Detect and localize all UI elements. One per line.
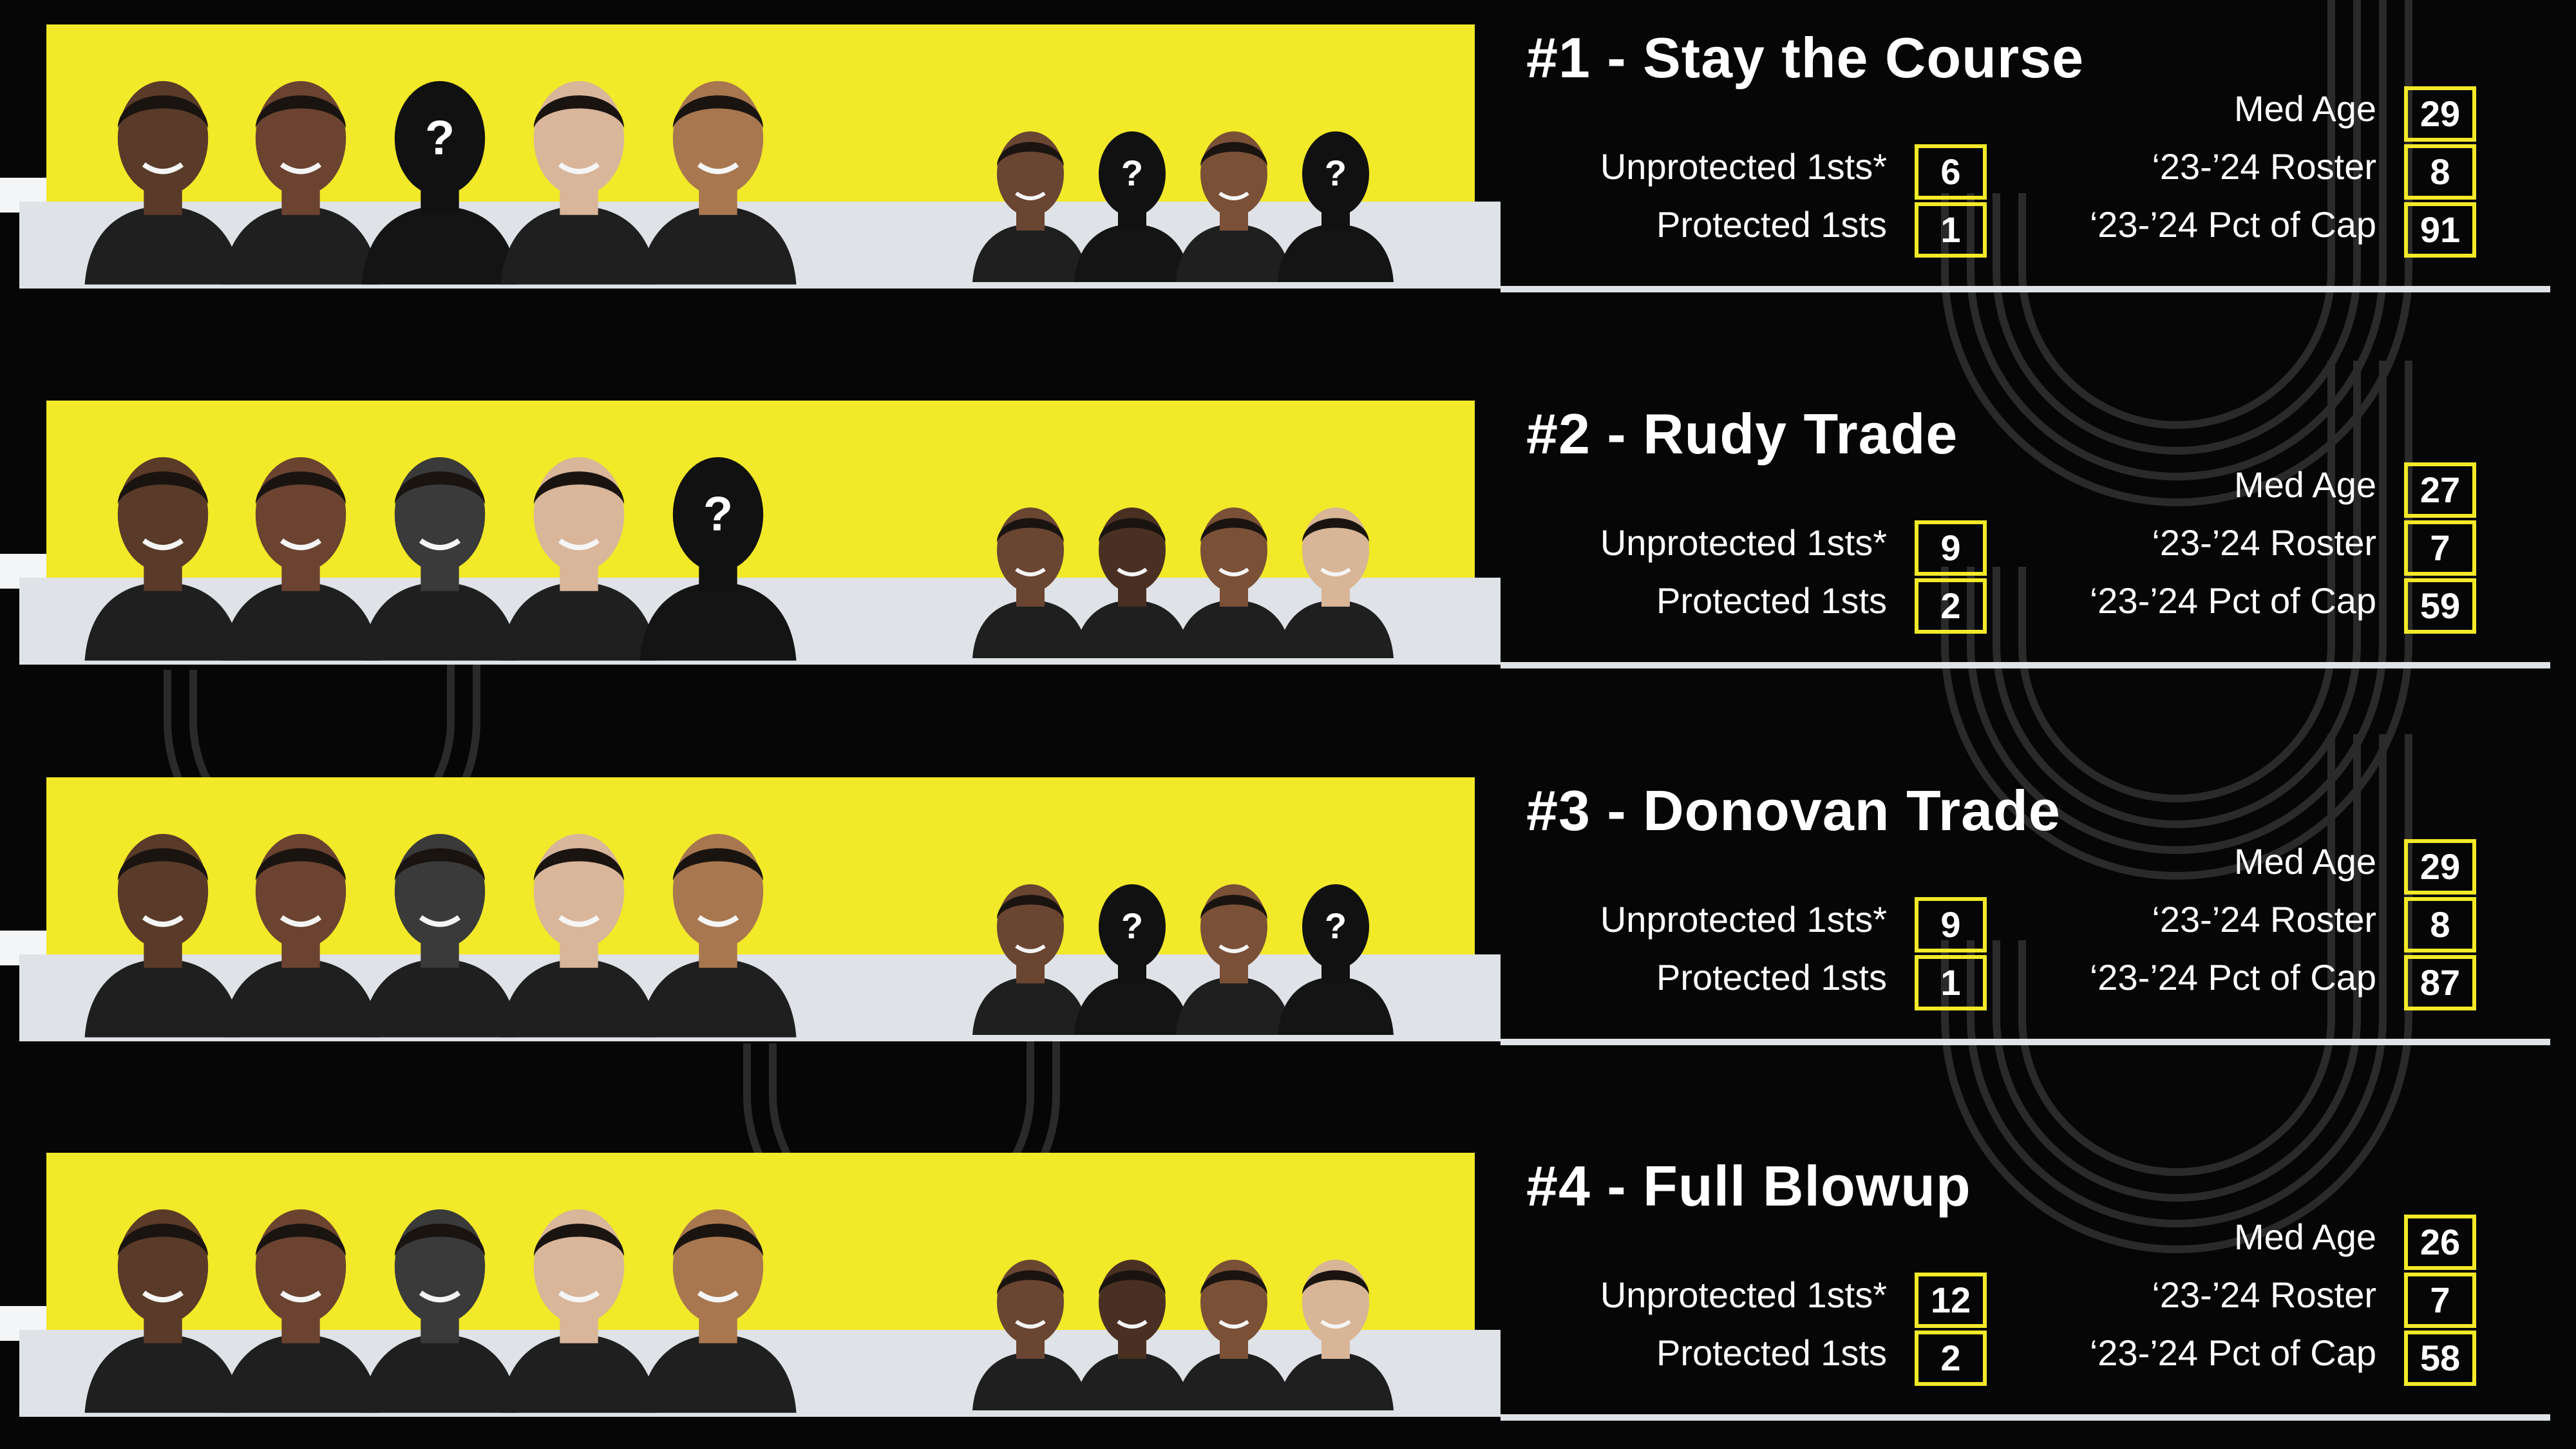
player-photo (1271, 1249, 1400, 1410)
med-age-value: 27 (2404, 462, 2476, 518)
pct-of-cap-value: 59 (2404, 578, 2476, 634)
protected-firsts-label: Protected 1sts (1656, 957, 1887, 998)
scenario-card: ?? #3 - Donovan Trade Med Age 29 Unprotected… (0, 777, 2576, 1045)
unknown-player-silhouette: ? (1271, 121, 1400, 282)
scenario-card: ? #2 - Rudy Trade Med Age 27 Unprotected 1st… (0, 401, 2576, 668)
scenario-title: #4 - Full Blowup (1526, 1154, 1971, 1218)
player-photo (631, 63, 805, 289)
player-lineup: ? (0, 401, 1481, 665)
roster-label: ‘23-’24 Roster (2152, 522, 2376, 563)
roster-value: 8 (2404, 144, 2476, 200)
med-age-label: Med Age (2233, 88, 2376, 129)
pct-of-cap-label: ‘23-’24 Pct of Cap (2089, 580, 2376, 621)
pct-of-cap-value: 58 (2404, 1331, 2476, 1386)
unprotected-firsts-label: Unprotected 1sts* (1600, 1274, 1887, 1315)
scenario-card: #4 - Full Blowup Med Age 26 Unprotected 1st… (0, 1153, 2576, 1421)
med-age-label: Med Age (2233, 464, 2376, 505)
stats-underline (1501, 662, 2550, 668)
med-age-value: 29 (2404, 839, 2476, 895)
scenario-title: #1 - Stay the Course (1526, 26, 2085, 90)
player-lineup (0, 1153, 1481, 1417)
roster-value: 7 (2404, 520, 2476, 576)
player-photo (631, 1191, 805, 1417)
unknown-player-mark: ? (1121, 153, 1143, 193)
protected-firsts-label: Protected 1sts (1656, 580, 1887, 621)
protected-firsts-label: Protected 1sts (1656, 1332, 1887, 1373)
scenario-title: #3 - Donovan Trade (1526, 779, 2061, 842)
med-age-value: 26 (2404, 1215, 2476, 1270)
pct-of-cap-label: ‘23-’24 Pct of Cap (2089, 1332, 2376, 1373)
roster-value: 8 (2404, 897, 2476, 952)
stats-underline (1501, 286, 2550, 292)
roster-label: ‘23-’24 Roster (2152, 146, 2376, 187)
med-age-label: Med Age (2233, 841, 2376, 882)
player-lineup: ?? (0, 777, 1481, 1041)
unknown-player-mark: ? (703, 487, 733, 541)
unprotected-firsts-label: Unprotected 1sts* (1600, 522, 1887, 563)
player-lineup: ??? (0, 24, 1481, 289)
roster-value: 7 (2404, 1273, 2476, 1328)
pct-of-cap-label: ‘23-’24 Pct of Cap (2089, 204, 2376, 245)
med-age-label: Med Age (2233, 1217, 2376, 1257)
roster-label: ‘23-’24 Roster (2152, 1274, 2376, 1315)
stats-underline (1501, 1414, 2550, 1421)
unknown-player-mark: ? (1325, 905, 1347, 946)
med-age-value: 29 (2404, 86, 2476, 142)
unknown-player-silhouette: ? (631, 439, 805, 665)
player-photo (1271, 497, 1400, 658)
unprotected-firsts-label: Unprotected 1sts* (1600, 899, 1887, 940)
stats-underline (1501, 1039, 2550, 1045)
player-photo (631, 816, 805, 1041)
unknown-player-mark: ? (425, 111, 455, 165)
pct-of-cap-label: ‘23-’24 Pct of Cap (2089, 957, 2376, 998)
scenario-card: ??? #1 - Stay the Course Med Age 29 Unprotec… (0, 24, 2576, 292)
unknown-player-mark: ? (1325, 153, 1347, 193)
pct-of-cap-value: 87 (2404, 955, 2476, 1010)
pct-of-cap-value: 91 (2404, 202, 2476, 258)
unprotected-firsts-label: Unprotected 1sts* (1600, 146, 1887, 187)
protected-firsts-label: Protected 1sts (1656, 204, 1887, 245)
unknown-player-silhouette: ? (1271, 874, 1400, 1035)
unknown-player-mark: ? (1121, 905, 1143, 946)
roster-label: ‘23-’24 Roster (2152, 899, 2376, 940)
scenario-title: #2 - Rudy Trade (1526, 402, 1958, 466)
